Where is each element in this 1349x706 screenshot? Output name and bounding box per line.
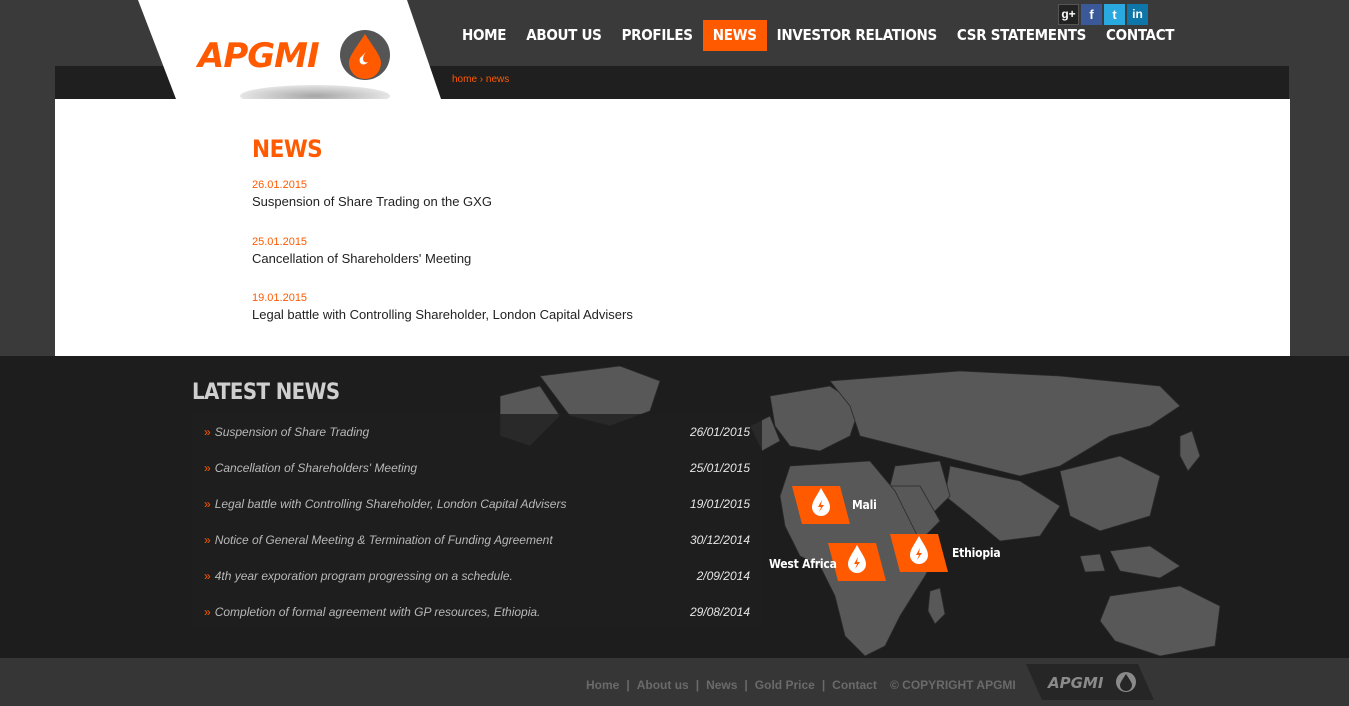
footer-separator: |	[626, 678, 630, 692]
list-item[interactable]: » Cancellation of Shareholders' Meeting 2…	[192, 450, 762, 486]
latest-news-date: 26/01/2015	[689, 425, 750, 439]
google-plus-icon[interactable]: g+	[1058, 4, 1079, 25]
footer-separator: |	[744, 678, 748, 692]
footer-separator: |	[695, 678, 700, 692]
latest-news-text: Suspension of Share Trading	[214, 425, 370, 439]
list-item[interactable]: » Notice of General Meeting & Termination…	[192, 522, 762, 558]
news-title-link[interactable]: Cancellation of Shareholders' Meeting	[252, 251, 471, 266]
news-item: 19.01.2015 Legal battle with Controlling…	[252, 292, 633, 322]
footer-link-news[interactable]: News	[706, 678, 737, 692]
footer-links: Home | About us | News | Gold Price | Co…	[586, 678, 877, 692]
twitter-icon[interactable]: t	[1104, 4, 1125, 25]
social-links: g+ f t in	[1058, 4, 1148, 25]
latest-news-text: 4th year exporation program progressing …	[214, 569, 513, 583]
list-item[interactable]: » Completion of formal agreement with GP …	[192, 594, 762, 630]
nav-news[interactable]: NEWS	[702, 20, 767, 51]
footer-link-about-us[interactable]: About us	[637, 678, 689, 692]
latest-news-date: 30/12/2014	[689, 533, 750, 547]
apgmi-logo[interactable]: APGMI	[195, 26, 396, 86]
news-item: 26.01.2015 Suspension of Share Trading o…	[252, 179, 492, 209]
map-marker-ethiopia[interactable]	[888, 532, 950, 574]
facebook-icon[interactable]: f	[1081, 4, 1102, 25]
raquo-icon: »	[204, 497, 211, 511]
footer-separator: |	[821, 678, 826, 692]
map-label-mali: Mali	[852, 498, 877, 512]
raquo-icon: »	[204, 425, 211, 439]
logo-wordmark: APGMI	[196, 36, 319, 76]
map-marker-mali[interactable]	[790, 484, 852, 526]
breadcrumb-current: news	[485, 74, 510, 85]
news-date: 25.01.2015	[252, 236, 308, 248]
latest-news-date: 19/01/2015	[689, 497, 750, 511]
copyright-text: © COPYRIGHT APGMI	[890, 678, 1016, 692]
nav-about-us[interactable]: ABOUT US	[516, 20, 611, 51]
content-panel	[55, 99, 1290, 356]
list-item[interactable]: » 4th year exporation program progressing…	[192, 558, 762, 594]
footer-logo-wordmark: APGMI	[1047, 674, 1104, 692]
news-title-link[interactable]: Suspension of Share Trading on the GXG	[252, 194, 492, 209]
latest-news-text: Cancellation of Shareholders' Meeting	[214, 461, 418, 475]
footer-link-gold-price[interactable]: Gold Price	[755, 678, 815, 692]
footer-flame-drop-icon	[1116, 672, 1136, 692]
raquo-icon: »	[204, 605, 211, 619]
nav-investor-relations[interactable]: INVESTOR RELATIONS	[767, 20, 947, 51]
map-label-west-africa: West Africa	[769, 557, 837, 571]
latest-news-title: LATEST NEWS	[192, 380, 340, 405]
news-date: 19.01.2015	[252, 292, 308, 304]
news-date: 26.01.2015	[252, 179, 308, 191]
news-title-link[interactable]: Legal battle with Controlling Shareholde…	[252, 307, 633, 322]
news-item: 25.01.2015 Cancellation of Shareholders'…	[252, 236, 471, 266]
raquo-icon: »	[204, 569, 211, 583]
latest-news-date: 29/08/2014	[689, 605, 750, 619]
latest-news-text: Notice of General Meeting & Termination …	[214, 533, 553, 547]
page-title: NEWS	[252, 135, 323, 163]
footer-logo[interactable]: APGMI	[1026, 664, 1154, 700]
breadcrumb: home › news	[452, 74, 509, 85]
raquo-icon: »	[204, 461, 211, 475]
nav-home[interactable]: HOME	[452, 20, 516, 51]
flame-drop-icon	[340, 30, 390, 80]
raquo-icon: »	[204, 533, 211, 547]
linkedin-icon[interactable]: in	[1127, 4, 1148, 25]
list-item[interactable]: » Suspension of Share Trading 26/01/2015	[192, 414, 762, 450]
breadcrumb-home[interactable]: home	[452, 74, 477, 85]
latest-news-text: Completion of formal agreement with GP r…	[214, 605, 541, 619]
list-item[interactable]: » Legal battle with Controlling Sharehold…	[192, 486, 762, 522]
latest-news-date: 25/01/2015	[689, 461, 750, 475]
footer-link-contact[interactable]: Contact	[832, 678, 877, 692]
map-label-ethiopia: Ethiopia	[952, 546, 1001, 560]
latest-news-list: » Suspension of Share Trading 26/01/2015 …	[192, 414, 762, 628]
footer-link-home[interactable]: Home	[586, 678, 619, 692]
breadcrumb-separator: ›	[477, 74, 486, 85]
nav-profiles[interactable]: PROFILES	[612, 20, 703, 51]
latest-news-date: 2/09/2014	[696, 569, 750, 583]
latest-news-text: Legal battle with Controlling Shareholde…	[214, 497, 567, 511]
